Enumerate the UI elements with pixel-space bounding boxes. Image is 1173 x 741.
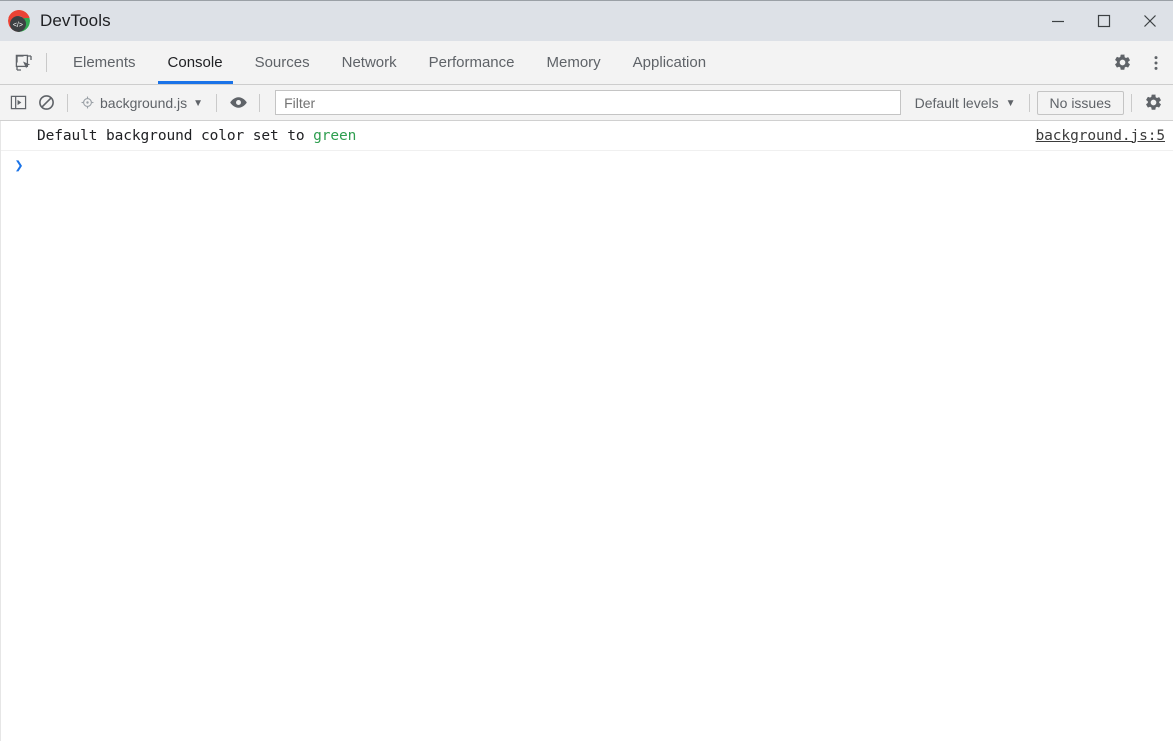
log-levels-label: Default levels [914, 94, 999, 111]
tab-network[interactable]: Network [326, 41, 413, 84]
tab-performance[interactable]: Performance [413, 41, 531, 84]
panel-tabs: Elements Console Sources Network Perform… [57, 41, 722, 84]
chrome-devtools-icon: </> [8, 10, 30, 32]
close-button[interactable] [1127, 1, 1173, 41]
execution-context-selector[interactable]: background.js ▼ [75, 92, 209, 114]
console-message-prefix: Default background color set to [37, 127, 314, 144]
eye-icon[interactable] [224, 90, 252, 116]
tabbar-actions [1096, 41, 1173, 84]
tabbar-divider [46, 53, 47, 72]
minimize-button[interactable] [1035, 1, 1081, 41]
tab-console[interactable]: Console [152, 41, 239, 84]
more-vertical-icon[interactable] [1139, 47, 1173, 79]
filter-input[interactable] [275, 90, 901, 115]
clear-console-icon[interactable] [32, 90, 60, 116]
console-message-highlight: green [313, 127, 357, 144]
prompt-arrow-icon: ❯ [14, 156, 24, 174]
console-toolbar: background.js ▼ Default levels ▼ No issu… [0, 85, 1173, 121]
gear-icon[interactable] [1139, 90, 1167, 116]
titlebar: </> DevTools [0, 0, 1173, 41]
toolbar-divider-2 [216, 93, 218, 112]
chevron-down-icon: ▼ [193, 97, 204, 109]
tab-application[interactable]: Application [617, 41, 722, 84]
log-levels-selector[interactable]: Default levels ▼ [909, 92, 1022, 114]
titlebar-left: </> DevTools [0, 10, 111, 32]
devtools-window: </> DevTools Elements Console Sources Ne… [0, 0, 1173, 741]
target-context-icon [81, 96, 94, 109]
execution-context-label: background.js [100, 94, 188, 111]
console-prompt-row[interactable]: ❯ [1, 151, 1173, 181]
tab-elements[interactable]: Elements [57, 41, 152, 84]
console-output: Default background color set to green ba… [0, 121, 1173, 741]
toolbar-divider-3 [259, 93, 261, 112]
chevron-down-icon: ▼ [1005, 97, 1016, 109]
tab-memory[interactable]: Memory [531, 41, 617, 84]
panel-tabbar: Elements Console Sources Network Perform… [0, 41, 1173, 85]
toolbar-divider-5 [1131, 93, 1132, 112]
issues-button[interactable]: No issues [1036, 90, 1124, 115]
window-controls [1035, 1, 1173, 41]
console-sidebar-icon[interactable] [4, 90, 32, 116]
inspect-element-icon[interactable] [6, 41, 42, 84]
console-message-text: Default background color set to green [1, 128, 356, 144]
toolbar-divider-1 [67, 93, 68, 112]
console-message-source-link[interactable]: background.js:5 [1036, 128, 1166, 144]
tab-sources[interactable]: Sources [239, 41, 326, 84]
console-empty-area [1, 181, 1173, 741]
console-prompt-input[interactable] [37, 155, 1173, 175]
maximize-button[interactable] [1081, 1, 1127, 41]
window-title: DevTools [40, 11, 111, 30]
toolbar-divider-4 [1028, 93, 1030, 112]
gear-icon[interactable] [1105, 47, 1139, 79]
console-message-row[interactable]: Default background color set to green ba… [1, 121, 1173, 151]
